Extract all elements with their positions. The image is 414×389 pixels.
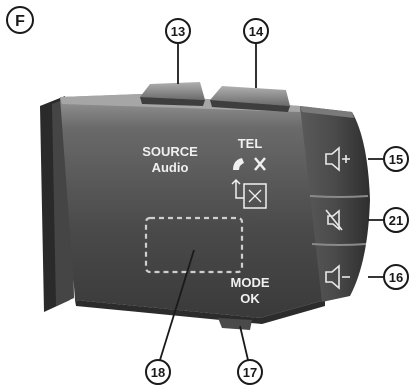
steering-column-control-diagram: F SOURCE Audio TEL MODE OK 13 14 15 21 1… <box>6 6 409 385</box>
svg-text:17: 17 <box>243 365 257 380</box>
callout-18: 18 <box>145 359 171 385</box>
top-button-13[interactable] <box>140 82 205 106</box>
svg-text:13: 13 <box>171 24 185 39</box>
svg-text:18: 18 <box>151 365 165 380</box>
svg-text:F: F <box>15 13 25 30</box>
control-body <box>60 94 325 324</box>
svg-text:15: 15 <box>389 152 403 167</box>
svg-text:14: 14 <box>249 24 264 39</box>
label-mode: MODE <box>231 275 270 290</box>
callout-15: 15 <box>383 146 409 172</box>
label-audio: Audio <box>152 160 189 175</box>
callout-16: 16 <box>383 264 409 290</box>
label-ok: OK <box>240 291 260 306</box>
callout-17: 17 <box>237 359 263 385</box>
callout-13: 13 <box>165 18 191 44</box>
figure-label: F <box>6 6 34 34</box>
bottom-knob[interactable] <box>218 318 252 330</box>
label-tel: TEL <box>238 136 263 151</box>
callout-21: 21 <box>383 207 409 233</box>
label-source: SOURCE <box>142 144 198 159</box>
callout-14: 14 <box>243 18 269 44</box>
svg-text:21: 21 <box>389 213 403 228</box>
svg-text:16: 16 <box>389 270 403 285</box>
